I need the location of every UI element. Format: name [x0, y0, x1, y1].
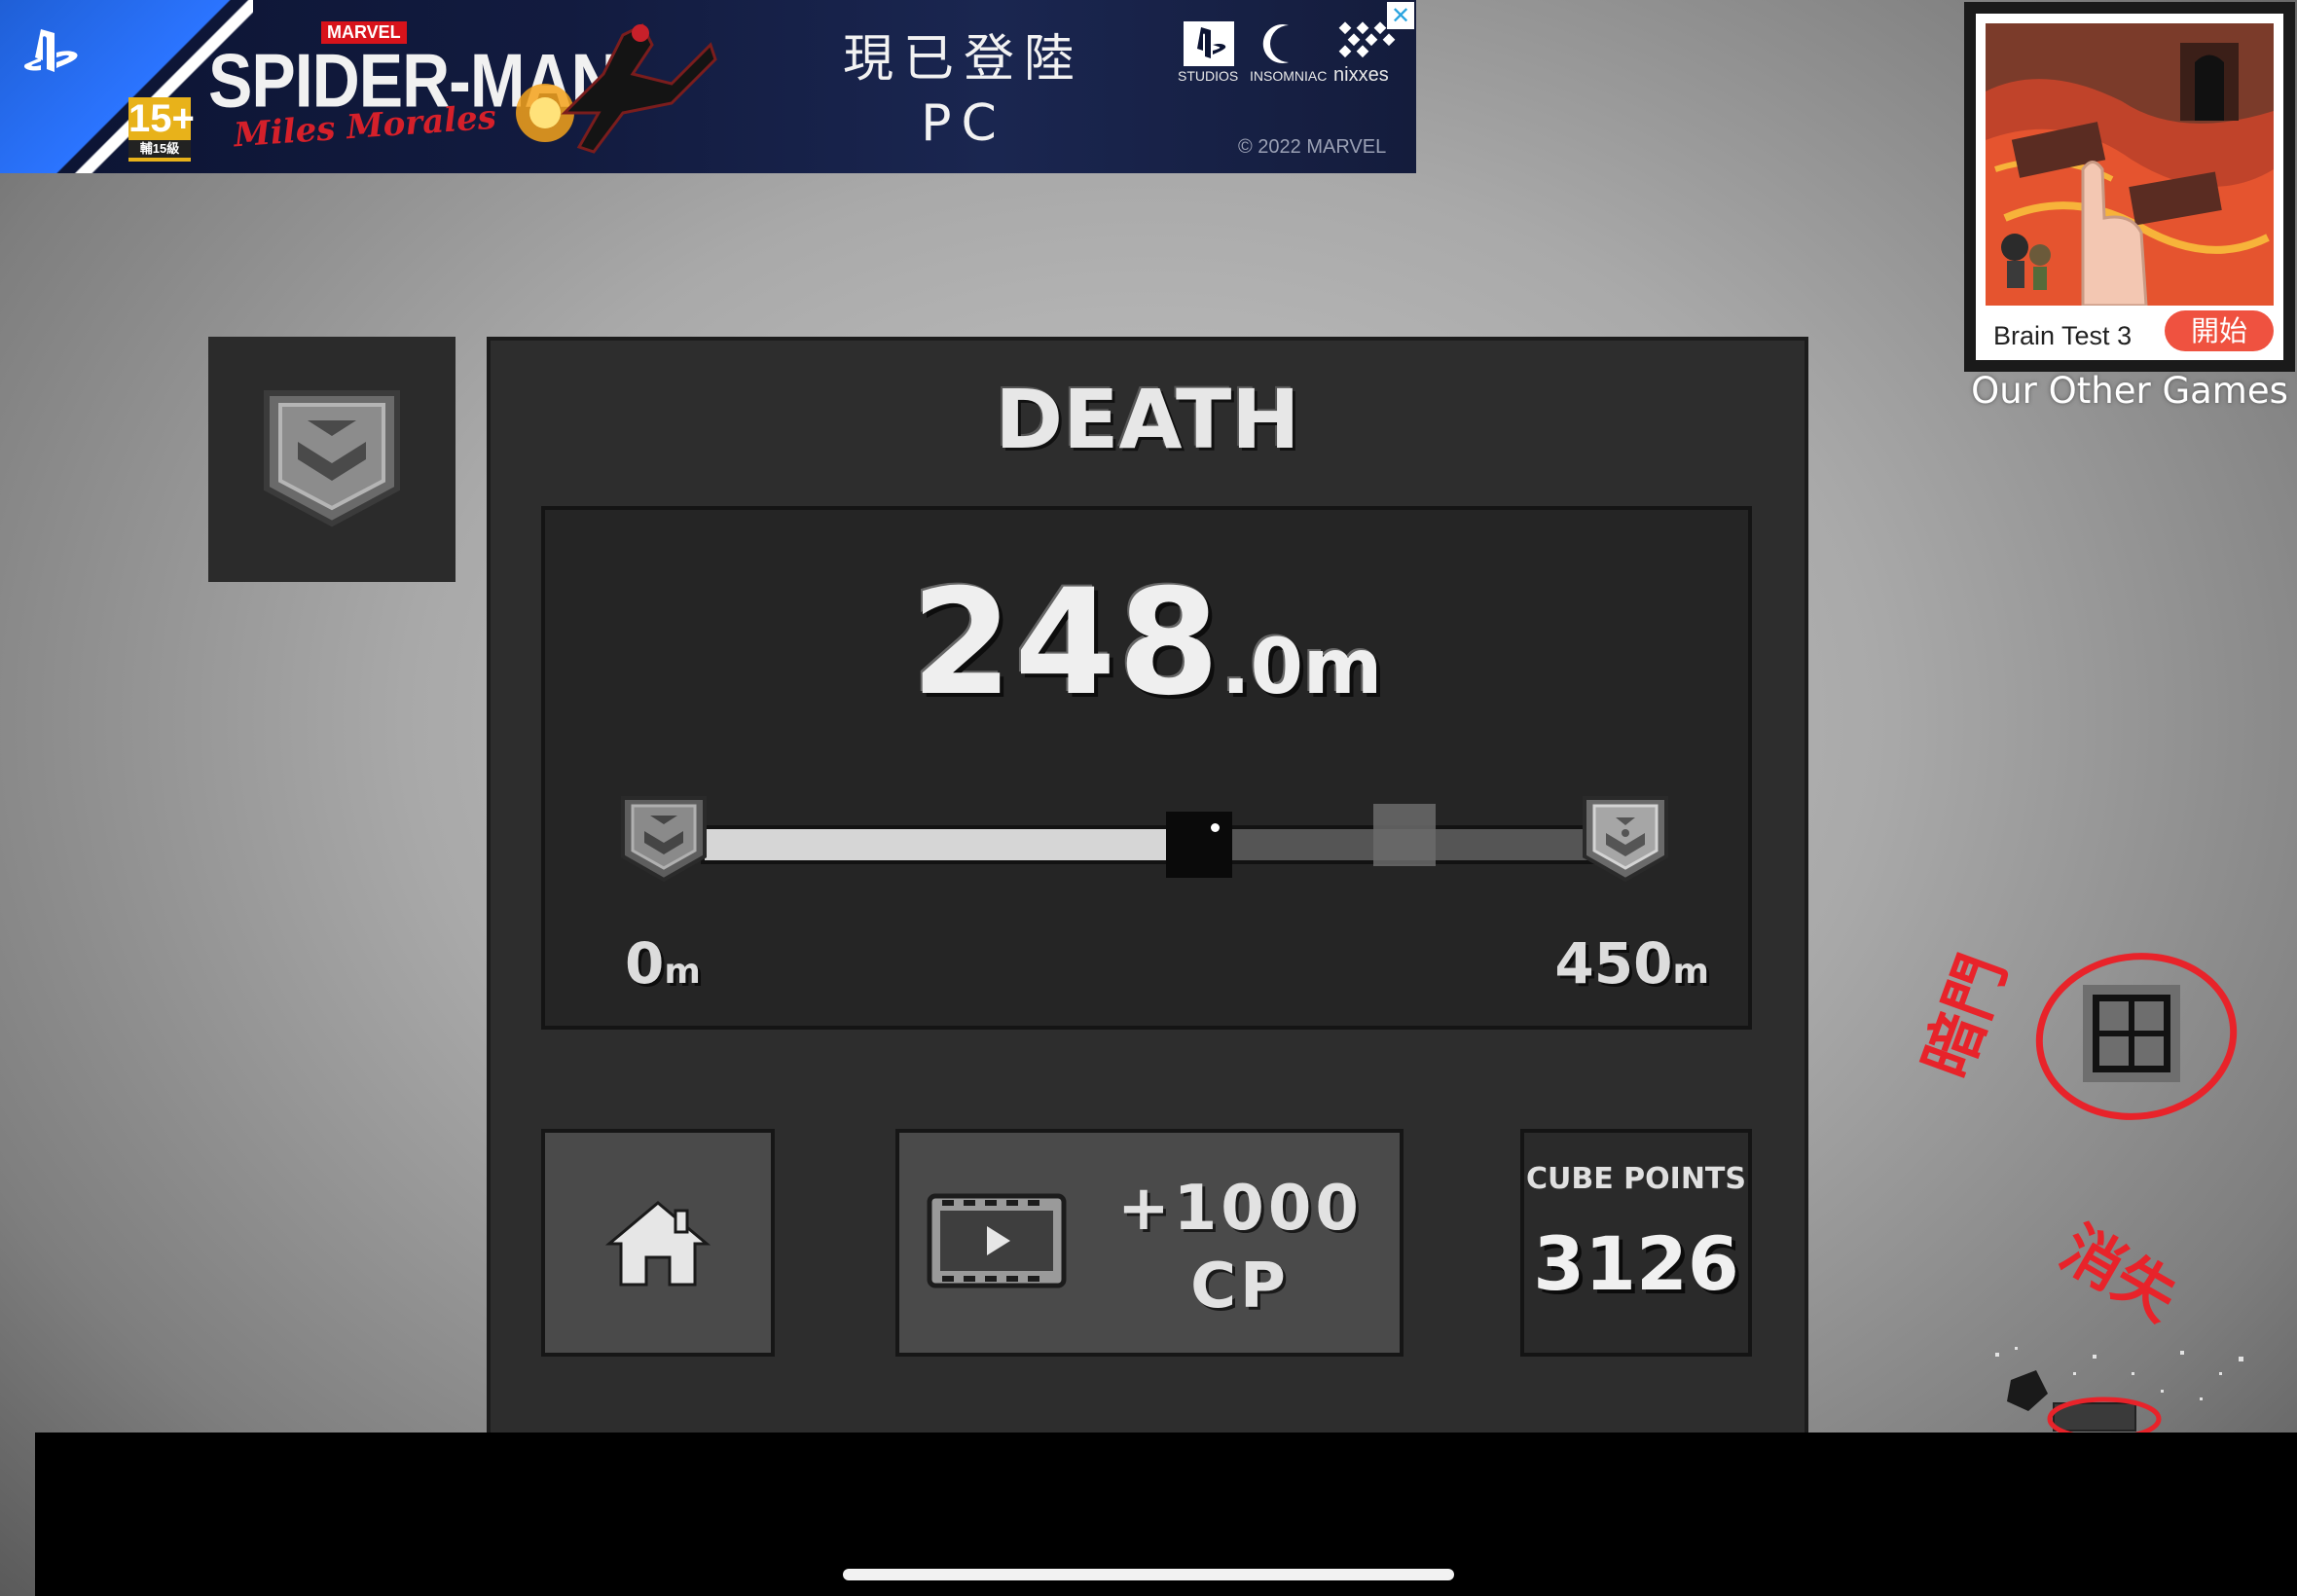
player-cube-marker: [1166, 812, 1233, 878]
ad-headline: 現已登陸 PC: [818, 27, 1110, 156]
ad-banner[interactable]: 15+ 輔15級 MARVEL SPIDER-MAN Miles Morales…: [0, 0, 1416, 173]
hero-artwork: [516, 22, 717, 154]
rank-badge-icon: [264, 390, 400, 527]
grid-menu-button[interactable]: [2083, 985, 2180, 1082]
best-distance-marker: [1373, 804, 1437, 866]
range-start-number: 0: [625, 930, 665, 997]
reward-unit: CP: [1190, 1251, 1290, 1323]
insomniac-icon: [1262, 24, 1289, 63]
studio-logos: STUDIOS INSOMNIAC nixxes: [1178, 18, 1411, 88]
age-rating-number: 15+: [128, 97, 195, 140]
playstation-logo-icon: [23, 29, 78, 72]
result-title: DEATH: [995, 372, 1300, 467]
range-end-label: 450m: [1553, 930, 1709, 997]
cube-points-label: CUBE POINTS: [1525, 1162, 1746, 1196]
playstation-studios-icon: [1184, 21, 1234, 66]
rank-badge-box: [208, 337, 456, 582]
distance-value: 248.0m: [545, 559, 1748, 728]
range-end-unit: m: [1672, 952, 1709, 992]
reward-text: +1000 CP: [1094, 1170, 1386, 1325]
annotation-bottom-note: 消失: [2050, 1213, 2191, 1335]
distance-box: 248.0m 0m 450m: [541, 506, 1752, 1030]
range-end-number: 450: [1554, 930, 1673, 997]
cube-points-box: CUBE POINTS 3126: [1520, 1129, 1752, 1357]
distance-integer: 248: [910, 559, 1221, 728]
other-game-name: Brain Test 3: [1993, 321, 2133, 350]
home-indicator[interactable]: [843, 1569, 1454, 1580]
result-panel: DEATH 248.0m 0m 450m +1000 CP CUBE POINT…: [487, 337, 1808, 1436]
start-rank-icon: [621, 796, 707, 883]
other-game-ad[interactable]: Brain Test 3 開始: [1964, 2, 2295, 372]
start-button[interactable]: 開始: [2165, 310, 2274, 351]
ad-headline-line2: PC: [921, 94, 1006, 153]
other-game-card[interactable]: Brain Test 3 開始: [1976, 14, 2283, 360]
studio-label-studios: STUDIOS: [1178, 68, 1239, 84]
age-rating-badge: 15+ 輔15級: [128, 97, 195, 162]
ad-headline-line1: 現已登陸: [842, 30, 1084, 89]
cube-points-value: 3126: [1533, 1220, 1739, 1307]
other-games-label[interactable]: Our Other Games: [1964, 370, 2295, 412]
reward-amount: +1000: [1117, 1173, 1363, 1245]
watch-video-reward-button[interactable]: +1000 CP: [895, 1129, 1404, 1357]
home-icon: [605, 1201, 711, 1287]
home-button[interactable]: [541, 1129, 775, 1357]
progress-track: [701, 804, 1606, 878]
progress-fill: [705, 829, 1200, 860]
studio-label-insomniac: INSOMNIAC: [1250, 68, 1328, 84]
other-game-thumbnail: [1986, 23, 2274, 306]
range-start-label: 0m: [625, 930, 701, 997]
close-icon[interactable]: ✕: [1387, 2, 1414, 29]
distance-decimal: .0m: [1221, 624, 1383, 711]
ad-copyright: © 2022 MARVEL: [1238, 136, 1387, 158]
range-start-unit: m: [664, 952, 701, 992]
age-rating-sub: 輔15級: [128, 140, 191, 158]
video-play-icon: [927, 1193, 1067, 1288]
annotation-left-note: 暗門: [1911, 946, 2021, 1088]
studio-label-nixxes: nixxes: [1333, 64, 1389, 86]
goal-rank-icon: [1583, 796, 1668, 883]
